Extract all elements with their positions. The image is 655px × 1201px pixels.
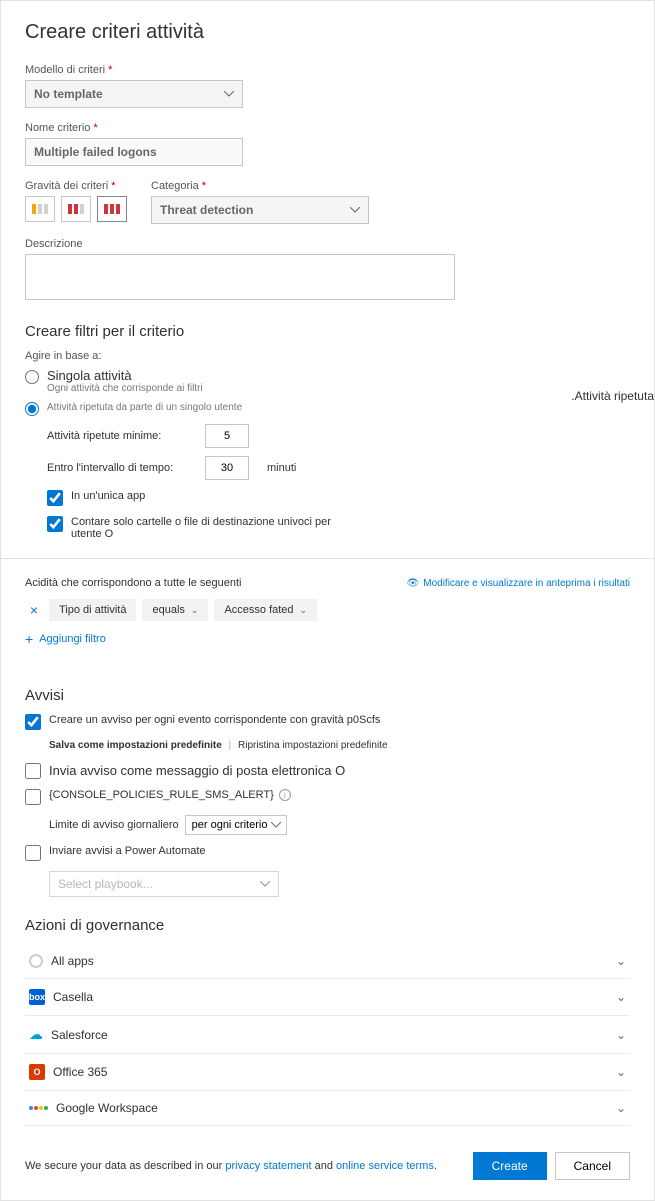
single-app-checkbox[interactable] bbox=[47, 490, 63, 506]
single-activity-label: Singola attività bbox=[47, 368, 203, 383]
create-alert-checkbox[interactable] bbox=[25, 714, 41, 730]
alerts-heading: Avvisi bbox=[25, 687, 630, 704]
daily-limit-label: Limite di avviso giornaliero bbox=[49, 819, 179, 831]
restore-default-link[interactable]: Ripristina impostazioni predefinite bbox=[238, 740, 388, 751]
eye-icon: 👁 bbox=[407, 578, 420, 589]
single-activity-radio[interactable] bbox=[25, 370, 39, 384]
match-heading: Acidità che corrispondono a tutte le seg… bbox=[25, 577, 241, 589]
chevron-down-icon: ⌄ bbox=[616, 954, 626, 968]
office365-icon: O bbox=[29, 1064, 45, 1080]
unique-targets-checkbox[interactable] bbox=[47, 516, 63, 532]
category-label: Categoria bbox=[151, 180, 199, 192]
sms-alert-label: {CONSOLE_POLICIES_RULE_SMS_ALERT} bbox=[49, 789, 274, 801]
power-automate-checkbox[interactable] bbox=[25, 845, 41, 861]
severity-group bbox=[25, 196, 127, 222]
playbook-select: Select playbook... bbox=[49, 871, 279, 897]
single-app-label: In un'unica app bbox=[71, 490, 145, 502]
filter-val-chip[interactable]: Accesso fated⌄ bbox=[214, 599, 317, 621]
chevron-down-icon: ⌄ bbox=[616, 1065, 626, 1079]
repeated-activity-radio[interactable] bbox=[25, 402, 39, 416]
severity-label: Gravità dei criteri bbox=[25, 180, 108, 192]
gov-item-office365[interactable]: OOffice 365 ⌄ bbox=[25, 1054, 630, 1091]
email-alert-label: Invia avviso come messaggio di posta ele… bbox=[49, 763, 345, 778]
act-on-label: Agire in base a: bbox=[25, 350, 630, 362]
min-activities-input[interactable] bbox=[205, 424, 249, 448]
gov-item-all-apps[interactable]: All apps ⌄ bbox=[25, 944, 630, 979]
severity-high[interactable] bbox=[97, 196, 127, 222]
save-default-link[interactable]: Salva come impostazioni predefinite bbox=[49, 740, 222, 751]
gov-item-salesforce[interactable]: ☁Salesforce ⌄ bbox=[25, 1016, 630, 1054]
severity-medium[interactable] bbox=[61, 196, 91, 222]
description-textarea[interactable] bbox=[25, 254, 455, 300]
create-button[interactable]: Create bbox=[473, 1152, 547, 1180]
repeated-tag: .Attività ripetuta bbox=[571, 389, 654, 403]
google-workspace-icon bbox=[29, 1106, 48, 1110]
category-select[interactable]: Threat detection bbox=[151, 196, 369, 224]
template-label: Modello di criteri bbox=[25, 64, 105, 76]
template-select[interactable]: No template bbox=[25, 80, 243, 108]
chevron-down-icon: ⌄ bbox=[616, 1028, 626, 1042]
filter-type-chip[interactable]: Tipo di attività bbox=[49, 599, 136, 621]
daily-limit-select[interactable]: per ogni criterio bbox=[185, 815, 287, 835]
within-input[interactable] bbox=[205, 456, 249, 480]
preview-link[interactable]: 👁 Modificare e visualizzare in anteprima… bbox=[407, 578, 630, 589]
gov-item-google-workspace[interactable]: Google Workspace ⌄ bbox=[25, 1091, 630, 1126]
chevron-down-icon: ⌄ bbox=[616, 1101, 626, 1115]
name-label: Nome criterio bbox=[25, 122, 90, 134]
severity-low[interactable] bbox=[25, 196, 55, 222]
cancel-button[interactable]: Cancel bbox=[555, 1152, 630, 1180]
governance-heading: Azioni di governance bbox=[25, 917, 630, 934]
salesforce-icon: ☁ bbox=[29, 1026, 43, 1043]
box-icon: box bbox=[29, 989, 45, 1005]
sms-alert-checkbox[interactable] bbox=[25, 789, 41, 805]
policy-name-input[interactable] bbox=[25, 138, 243, 166]
unique-targets-label: Contare solo cartelle o file di destinaz… bbox=[71, 516, 331, 540]
repeated-activity-label: Attività ripetuta da parte di un singolo… bbox=[47, 402, 242, 413]
single-activity-sub: Ogni attività che corrisponde ai filtri bbox=[47, 383, 203, 394]
within-unit: minuti bbox=[267, 462, 296, 474]
gov-item-box[interactable]: boxCasella ⌄ bbox=[25, 979, 630, 1016]
privacy-link[interactable]: privacy statement bbox=[225, 1160, 311, 1172]
chevron-down-icon: ⌄ bbox=[616, 990, 626, 1004]
all-apps-icon bbox=[29, 954, 43, 968]
email-alert-checkbox[interactable] bbox=[25, 763, 41, 779]
power-automate-label: Inviare avvisi a Power Automate bbox=[49, 845, 206, 857]
description-label: Descrizione bbox=[25, 238, 630, 250]
filters-heading: Creare filtri per il criterio bbox=[25, 323, 630, 340]
filter-op-chip[interactable]: equals⌄ bbox=[142, 599, 208, 621]
create-alert-label: Creare un avviso per ogni evento corrisp… bbox=[49, 714, 380, 726]
plus-icon: + bbox=[25, 631, 33, 647]
remove-filter-icon[interactable]: × bbox=[25, 602, 43, 618]
footer-text: We secure your data as described in our … bbox=[25, 1160, 437, 1172]
info-icon[interactable]: i bbox=[279, 789, 291, 801]
within-label: Entro l'intervallo di tempo: bbox=[47, 462, 187, 474]
page-title: Creare criteri attività bbox=[25, 21, 630, 44]
terms-link[interactable]: online service terms bbox=[336, 1160, 434, 1172]
add-filter-button[interactable]: + Aggiungi filtro bbox=[25, 631, 630, 647]
min-activities-label: Attività ripetute minime: bbox=[47, 430, 187, 442]
